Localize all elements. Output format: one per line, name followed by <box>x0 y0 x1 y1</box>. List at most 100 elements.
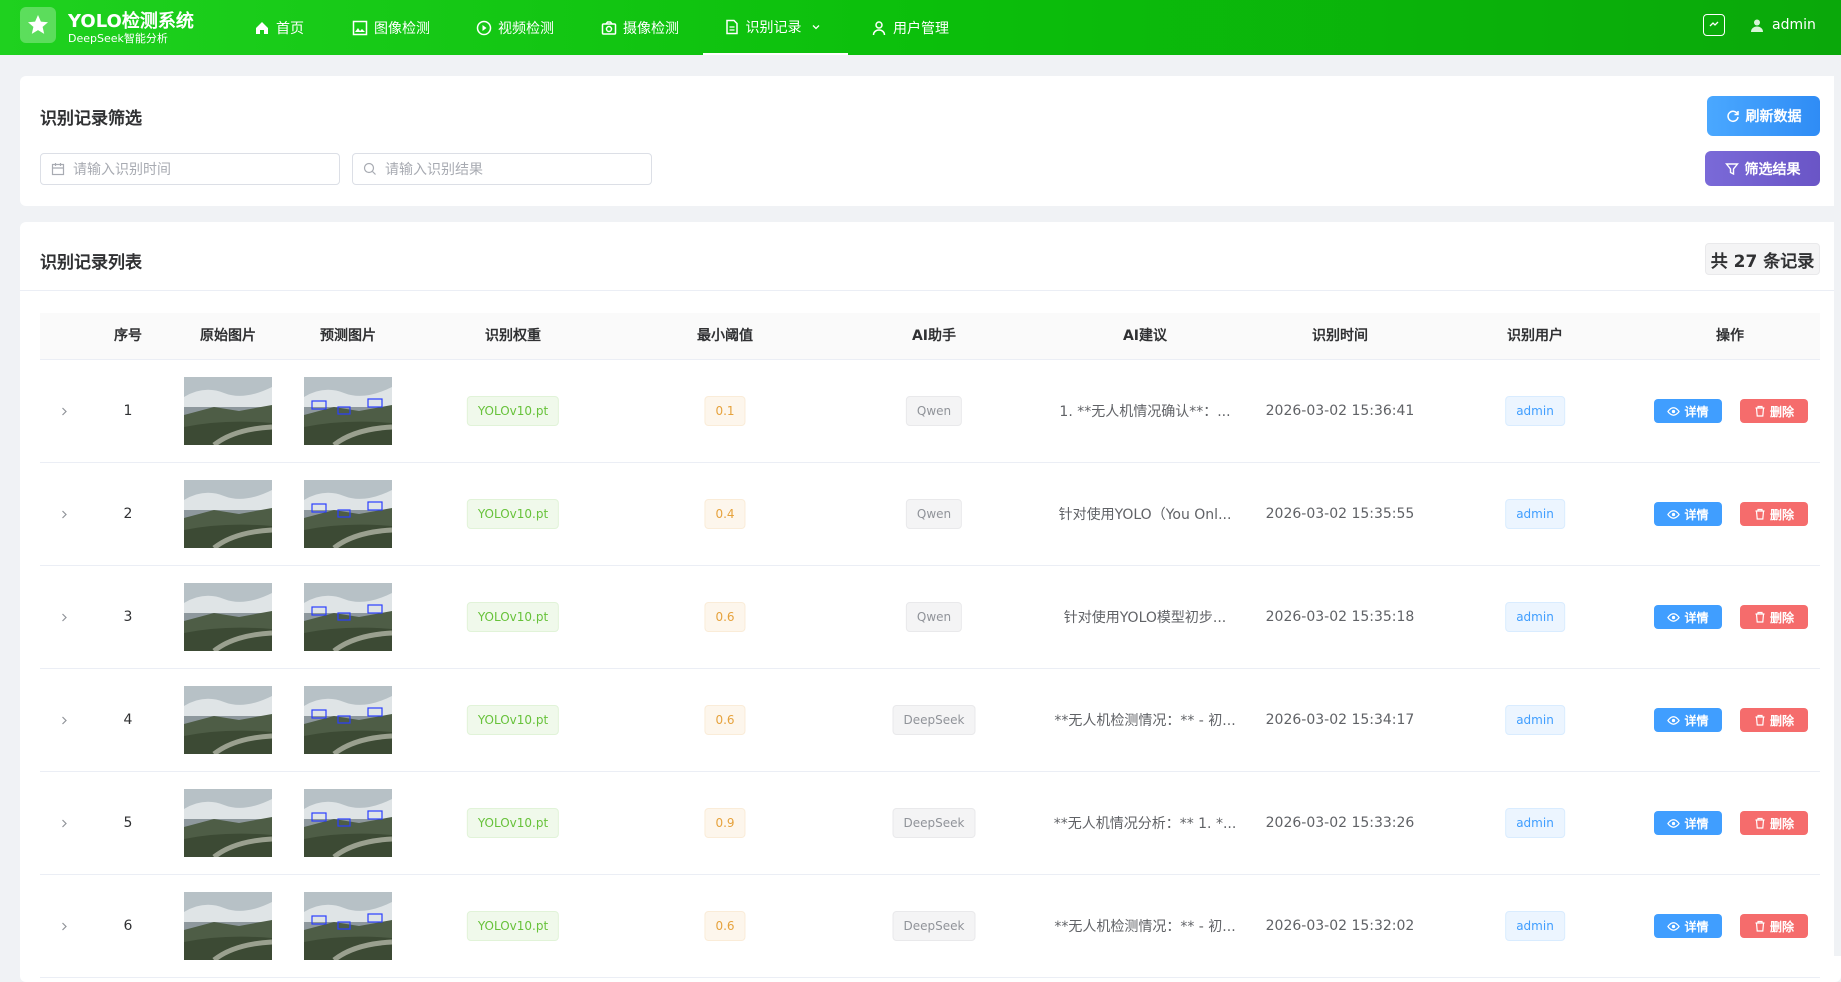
predicted-image-thumbnail[interactable] <box>304 583 392 651</box>
detail-button-label: 详情 <box>1684 816 1709 831</box>
predicted-image-thumbnail[interactable] <box>304 892 392 960</box>
ai-advice-text: 1. **无人机情况确认**：... <box>1059 404 1231 420</box>
col-original-image: 原始图片 <box>200 328 256 344</box>
trash-icon <box>1755 817 1765 829</box>
brand-subtitle: DeepSeek智能分析 <box>68 32 168 45</box>
record-time: 2026-03-02 15:34:17 <box>1265 712 1415 728</box>
eye-icon <box>1667 818 1681 828</box>
user-tag: admin <box>1505 499 1565 529</box>
predicted-image-thumbnail[interactable] <box>304 686 392 754</box>
record-time: 2026-03-02 15:36:41 <box>1265 403 1415 419</box>
list-title: 识别记录列表 <box>40 253 142 273</box>
refresh-icon <box>1726 110 1739 123</box>
delete-button[interactable]: 删除 <box>1740 811 1808 835</box>
original-image-thumbnail[interactable] <box>184 892 272 960</box>
original-image-thumbnail[interactable] <box>184 377 272 445</box>
detail-button[interactable]: 详情 <box>1654 914 1722 938</box>
weight-tag: YOLOv10.pt <box>466 396 560 426</box>
nav-video-detect[interactable]: 视频检测 <box>476 0 554 55</box>
time-search-input[interactable]: 请输入识别时间 <box>40 153 340 185</box>
nav-image-detect[interactable]: 图像检测 <box>352 0 430 55</box>
nav-home-label: 首页 <box>276 20 304 37</box>
nav-records-label: 识别记录 <box>745 19 802 36</box>
avatar-icon <box>1751 19 1763 32</box>
refresh-button[interactable]: 刷新数据 <box>1707 96 1820 136</box>
nav-camera-detect[interactable]: 摄像检测 <box>601 0 679 55</box>
nav-camera-detect-label: 摄像检测 <box>623 20 679 37</box>
row-index: 2 <box>123 506 133 522</box>
delete-button[interactable]: 删除 <box>1740 399 1808 423</box>
delete-button[interactable]: 删除 <box>1740 914 1808 938</box>
record-time: 2026-03-02 15:35:55 <box>1265 506 1415 522</box>
col-weight: 识别权重 <box>485 328 541 344</box>
filter-card: 识别记录筛选 请输入识别时间 请输入识别结果 <box>20 76 1841 206</box>
record-time: 2026-03-02 15:35:18 <box>1265 609 1415 625</box>
eye-icon <box>1667 715 1681 725</box>
original-image-thumbnail[interactable] <box>184 480 272 548</box>
expand-chevron-icon[interactable] <box>59 505 69 524</box>
detail-button[interactable]: 详情 <box>1654 605 1722 629</box>
expand-chevron-icon[interactable] <box>59 608 69 627</box>
ai-assistant-tag: DeepSeek <box>892 808 976 838</box>
image-icon <box>352 20 368 35</box>
col-ai-advice: AI建议 <box>1122 328 1168 344</box>
trash-icon <box>1755 508 1765 520</box>
filter-button[interactable]: 筛选结果 <box>1705 151 1820 186</box>
original-image-thumbnail[interactable] <box>184 686 272 754</box>
expand-chevron-icon[interactable] <box>59 917 69 936</box>
top-nav-bar: YOLO检测系统 DeepSeek智能分析 首页 图像检测 视频检测 摄像检测 … <box>0 0 1841 55</box>
delete-button[interactable]: 删除 <box>1740 708 1808 732</box>
original-image-thumbnail[interactable] <box>184 583 272 651</box>
table-row: 4 YOLOv10.pt 0.6 DeepSeek **无人机检测情况：** - 初..… <box>40 669 1820 772</box>
row-index: 5 <box>123 815 133 831</box>
threshold-tag: 0.1 <box>704 396 746 426</box>
ai-advice-text: **无人机情况分析：** 1. *... <box>1053 816 1237 832</box>
record-count-badge: 共 27 条记录 <box>1705 243 1820 275</box>
delete-button[interactable]: 删除 <box>1740 502 1808 526</box>
home-icon <box>256 21 268 34</box>
eye-icon <box>1667 406 1681 416</box>
trash-icon <box>1755 920 1765 932</box>
filter-icon <box>1724 162 1739 175</box>
expand-chevron-icon[interactable] <box>59 814 69 833</box>
eye-icon <box>1667 509 1681 519</box>
delete-button[interactable]: 删除 <box>1740 605 1808 629</box>
record-time: 2026-03-02 15:33:26 <box>1265 815 1415 831</box>
ai-assistant-tag: Qwen <box>905 499 963 529</box>
detail-button-label: 详情 <box>1684 507 1709 522</box>
expand-chevron-icon[interactable] <box>59 402 69 421</box>
user-tag: admin <box>1505 705 1565 735</box>
nav-user-manage[interactable]: 用户管理 <box>871 0 949 55</box>
detail-button[interactable]: 详情 <box>1654 708 1722 732</box>
star-logo-icon <box>20 7 56 43</box>
predicted-image-thumbnail[interactable] <box>304 377 392 445</box>
row-index: 4 <box>123 712 133 728</box>
col-actions: 操作 <box>1716 328 1744 344</box>
chart-monitor-icon[interactable] <box>1703 14 1725 36</box>
detail-button[interactable]: 详情 <box>1654 811 1722 835</box>
ai-assistant-tag: Qwen <box>905 602 963 632</box>
user-menu[interactable]: admin <box>1750 0 1816 50</box>
nav-home[interactable]: 首页 <box>254 0 304 55</box>
table-row: 1 YOLOv10.pt 0.1 Qwen 1. **无人机情况确认**：... 2026… <box>40 360 1820 463</box>
predicted-image-thumbnail[interactable] <box>304 789 392 857</box>
table-row: 6 YOLOv10.pt 0.6 DeepSeek **无人机检测情况：** - 初..… <box>40 875 1820 978</box>
predicted-image-thumbnail[interactable] <box>304 480 392 548</box>
user-tag: admin <box>1505 911 1565 941</box>
detail-button-label: 详情 <box>1684 713 1709 728</box>
col-index: 序号 <box>114 328 142 344</box>
eye-icon <box>1667 921 1681 931</box>
expand-chevron-icon[interactable] <box>59 711 69 730</box>
page-scrollbar[interactable] <box>1834 55 1841 956</box>
original-image-thumbnail[interactable] <box>184 789 272 857</box>
ai-advice-text: 针对使用YOLO模型初步... <box>1063 610 1227 626</box>
detail-button[interactable]: 详情 <box>1654 399 1722 423</box>
user-tag: admin <box>1505 808 1565 838</box>
delete-button-label: 删除 <box>1769 919 1794 934</box>
filter-button-label: 筛选结果 <box>1744 161 1801 178</box>
result-search-input[interactable]: 请输入识别结果 <box>352 153 652 185</box>
detail-button[interactable]: 详情 <box>1654 502 1722 526</box>
nav-records[interactable]: 识别记录 <box>703 0 848 55</box>
threshold-tag: 0.6 <box>704 705 746 735</box>
col-predicted-image: 预测图片 <box>320 328 376 344</box>
